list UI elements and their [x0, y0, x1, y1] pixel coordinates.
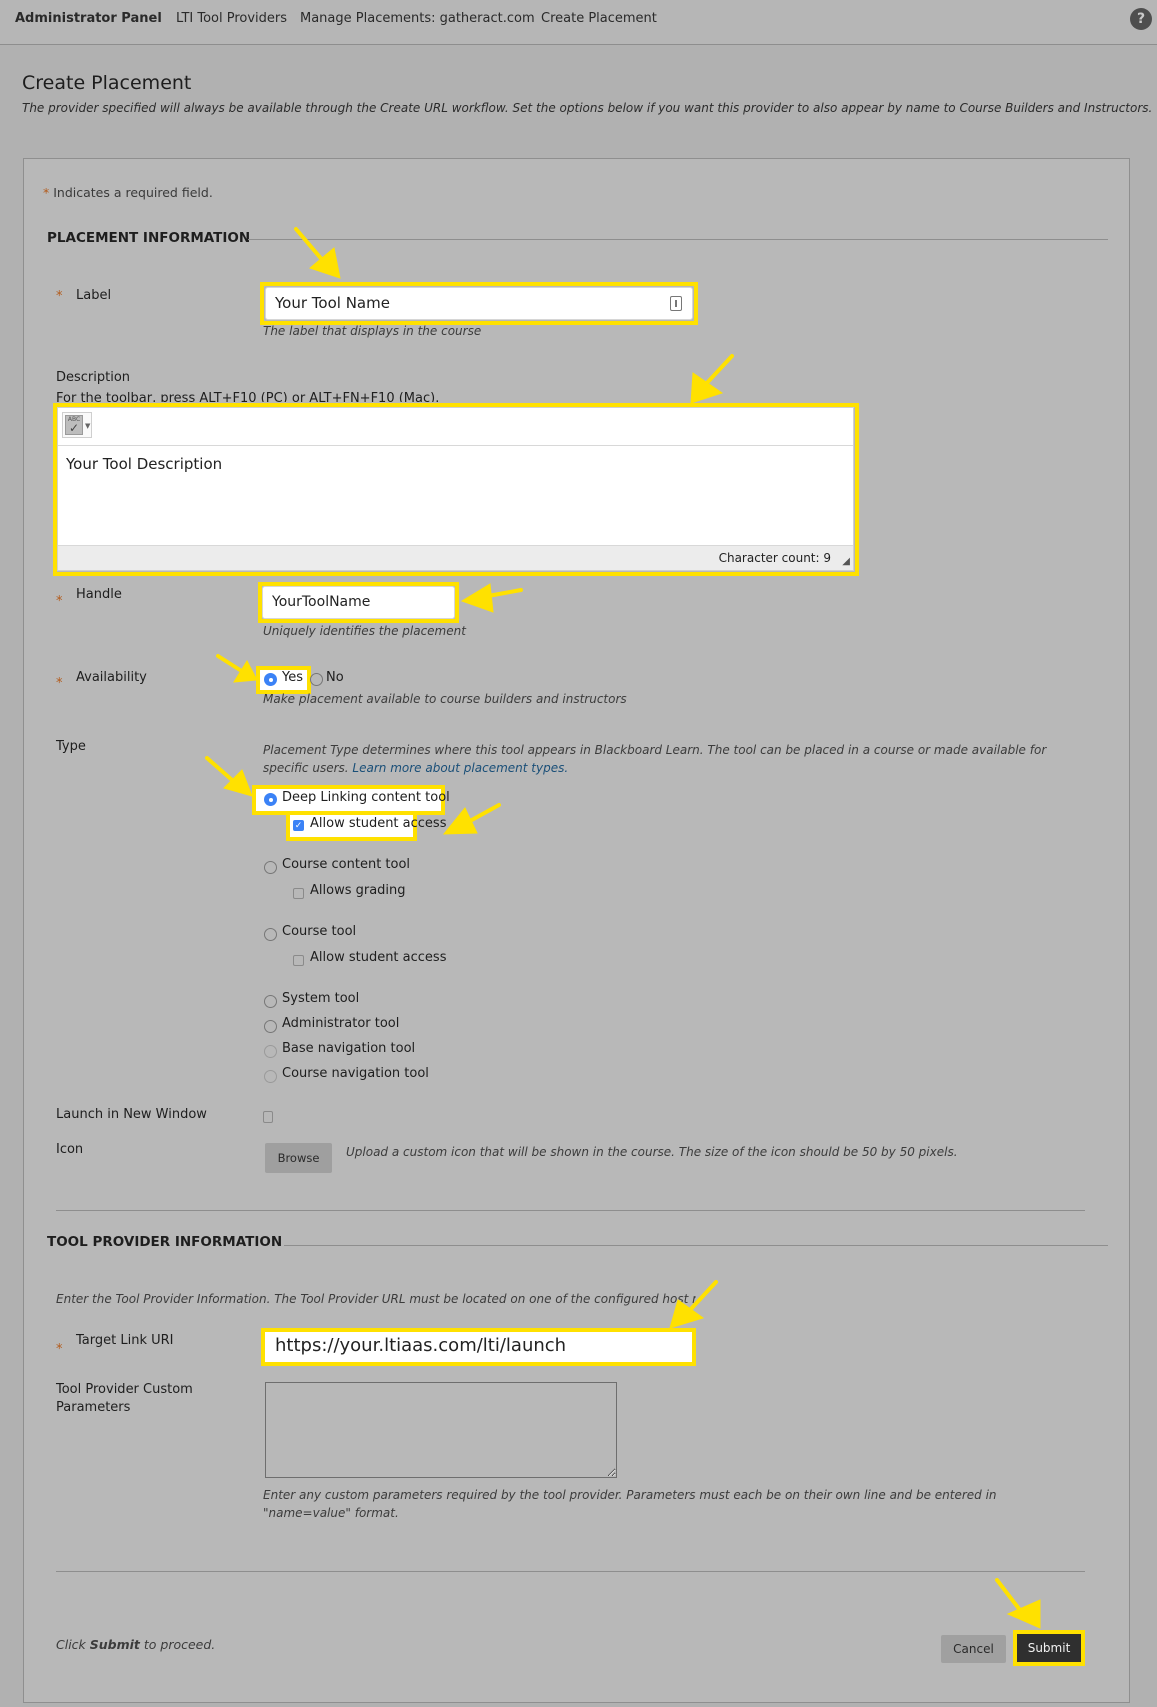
type-hint: Placement Type determines where this too…: [263, 741, 1063, 777]
allow-student-access-checkbox-2[interactable]: [293, 955, 304, 966]
spellcheck-icon: ABC ✓: [65, 415, 83, 435]
type-label-base-navigation-tool[interactable]: Base navigation tool: [282, 1041, 415, 1056]
page-subtitle: The provider specified will always be av…: [22, 101, 1153, 115]
handle-label: Handle: [76, 587, 122, 602]
breadcrumb-administrator-panel[interactable]: Administrator Panel: [15, 11, 162, 26]
label-input[interactable]: Your Tool Name: [265, 287, 693, 320]
required-star: *: [56, 676, 63, 691]
required-note-text: Indicates a required field.: [53, 185, 213, 200]
section-divider: [248, 239, 1108, 240]
submit-note-prefix: Click: [56, 1637, 90, 1652]
description-text[interactable]: Your Tool Description: [66, 455, 222, 473]
page-title: Create Placement: [22, 72, 192, 94]
type-label-course-tool[interactable]: Course tool: [282, 924, 356, 939]
toolbar-hint: For the toolbar, press ALT+F10 (PC) or A…: [56, 391, 440, 402]
required-star: *: [43, 185, 50, 200]
chevron-down-icon: ▼: [85, 422, 91, 430]
description-label: Description: [56, 370, 131, 385]
availability-hint: Make placement available to course build…: [263, 692, 627, 706]
breadcrumb-create-placement: Create Placement: [541, 11, 657, 26]
section-title-tool-provider-information: TOOL PROVIDER INFORMATION: [47, 1234, 283, 1250]
section-divider: [56, 1210, 1085, 1211]
handle-input-value: YourToolName: [272, 594, 371, 610]
submit-note-bold: Submit: [89, 1637, 140, 1652]
custom-parameters-label-line2: Parameters: [56, 1400, 131, 1415]
cancel-button[interactable]: Cancel: [941, 1635, 1006, 1663]
custom-parameters-hint: Enter any custom parameters required by …: [263, 1488, 997, 1520]
allow-student-access-label-1[interactable]: Allow student access: [310, 816, 446, 831]
breadcrumb-manage-placements[interactable]: Manage Placements: gatheract.com: [300, 11, 535, 26]
editor-status-bar: Character count: 9 ◢: [58, 545, 853, 570]
availability-yes-radio[interactable]: [264, 673, 277, 686]
type-radio-course-content-tool[interactable]: [264, 861, 277, 874]
type-label-course-navigation-tool[interactable]: Course navigation tool: [282, 1066, 429, 1081]
required-field-note: * Indicates a required field.: [43, 185, 213, 200]
icon-hint: Upload a custom icon that will be shown …: [346, 1145, 958, 1159]
type-label-administrator-tool[interactable]: Administrator tool: [282, 1016, 399, 1031]
browse-button[interactable]: Browse: [265, 1143, 332, 1173]
launch-new-window-label: Launch in New Window: [56, 1107, 207, 1122]
allows-grading-label[interactable]: Allows grading: [310, 883, 406, 898]
type-label-deep-linking[interactable]: Deep Linking content tool: [282, 790, 450, 805]
allows-grading-checkbox[interactable]: [293, 888, 304, 899]
type-radio-base-navigation-tool[interactable]: [264, 1045, 277, 1058]
type-radio-administrator-tool[interactable]: [264, 1020, 277, 1033]
launch-new-window-checkbox[interactable]: [263, 1111, 273, 1123]
allow-student-access-label-2[interactable]: Allow student access: [310, 950, 446, 965]
handle-hint: Uniquely identifies the placement: [263, 624, 466, 638]
provider-intro: Enter the Tool Provider Information. The…: [56, 1292, 696, 1306]
type-label-system-tool[interactable]: System tool: [282, 991, 359, 1006]
custom-parameters-textarea[interactable]: [265, 1382, 617, 1478]
availability-label: Availability: [76, 670, 147, 685]
availability-yes-label[interactable]: Yes: [282, 670, 303, 685]
handle-input[interactable]: YourToolName: [262, 586, 455, 619]
label-field-label: Label: [76, 288, 112, 303]
breadcrumb-lti-tool-providers[interactable]: LTI Tool Providers: [176, 11, 287, 26]
required-star: *: [56, 1342, 63, 1357]
submit-note: Click Submit to proceed.: [56, 1637, 215, 1652]
custom-parameters-label: Tool Provider Custom Parameters: [56, 1381, 193, 1417]
type-radio-course-navigation-tool[interactable]: [264, 1070, 277, 1083]
character-count: Character count: 9: [718, 551, 831, 565]
label-hint: The label that displays in the course: [263, 324, 482, 338]
label-input-value: Your Tool Name: [275, 294, 390, 312]
allow-student-access-checkbox-1[interactable]: ✓: [293, 820, 304, 831]
top-nav-bar: Administrator Panel LTI Tool Providers M…: [0, 0, 1157, 45]
type-radio-deep-linking[interactable]: [264, 793, 277, 806]
description-editor: ABC ✓ ▼ Your Tool Description Character c…: [57, 407, 854, 571]
section-title-placement-information: PLACEMENT INFORMATION: [47, 230, 251, 246]
spellcheck-button[interactable]: ABC ✓ ▼: [62, 412, 92, 438]
required-star: *: [56, 289, 63, 304]
required-star: *: [56, 594, 63, 609]
type-label-course-content-tool[interactable]: Course content tool: [282, 857, 410, 872]
icon-label: Icon: [56, 1142, 84, 1157]
target-link-uri-value: https://your.ltiaas.com/lti/launch: [275, 1335, 567, 1356]
submit-note-suffix: to proceed.: [139, 1637, 216, 1652]
editor-toolbar: ABC ✓ ▼: [58, 408, 853, 446]
section-divider: [56, 1571, 1085, 1572]
type-radio-system-tool[interactable]: [264, 995, 277, 1008]
target-link-uri-label: Target Link URI: [76, 1333, 174, 1348]
help-icon[interactable]: ?: [1130, 8, 1152, 30]
custom-parameters-label-line1: Tool Provider Custom: [56, 1382, 193, 1397]
section-divider: [284, 1245, 1108, 1246]
password-manager-icon[interactable]: [670, 296, 682, 311]
type-label: Type: [56, 739, 86, 754]
target-link-uri-input[interactable]: https://your.ltiaas.com/lti/launch: [265, 1332, 692, 1362]
availability-no-radio[interactable]: [310, 673, 323, 686]
learn-more-placement-types-link[interactable]: Learn more about placement types.: [352, 761, 568, 775]
submit-button[interactable]: Submit: [1017, 1634, 1081, 1662]
resize-handle-icon[interactable]: ◢: [842, 556, 850, 567]
type-radio-course-tool[interactable]: [264, 928, 277, 941]
availability-no-label[interactable]: No: [326, 670, 344, 685]
